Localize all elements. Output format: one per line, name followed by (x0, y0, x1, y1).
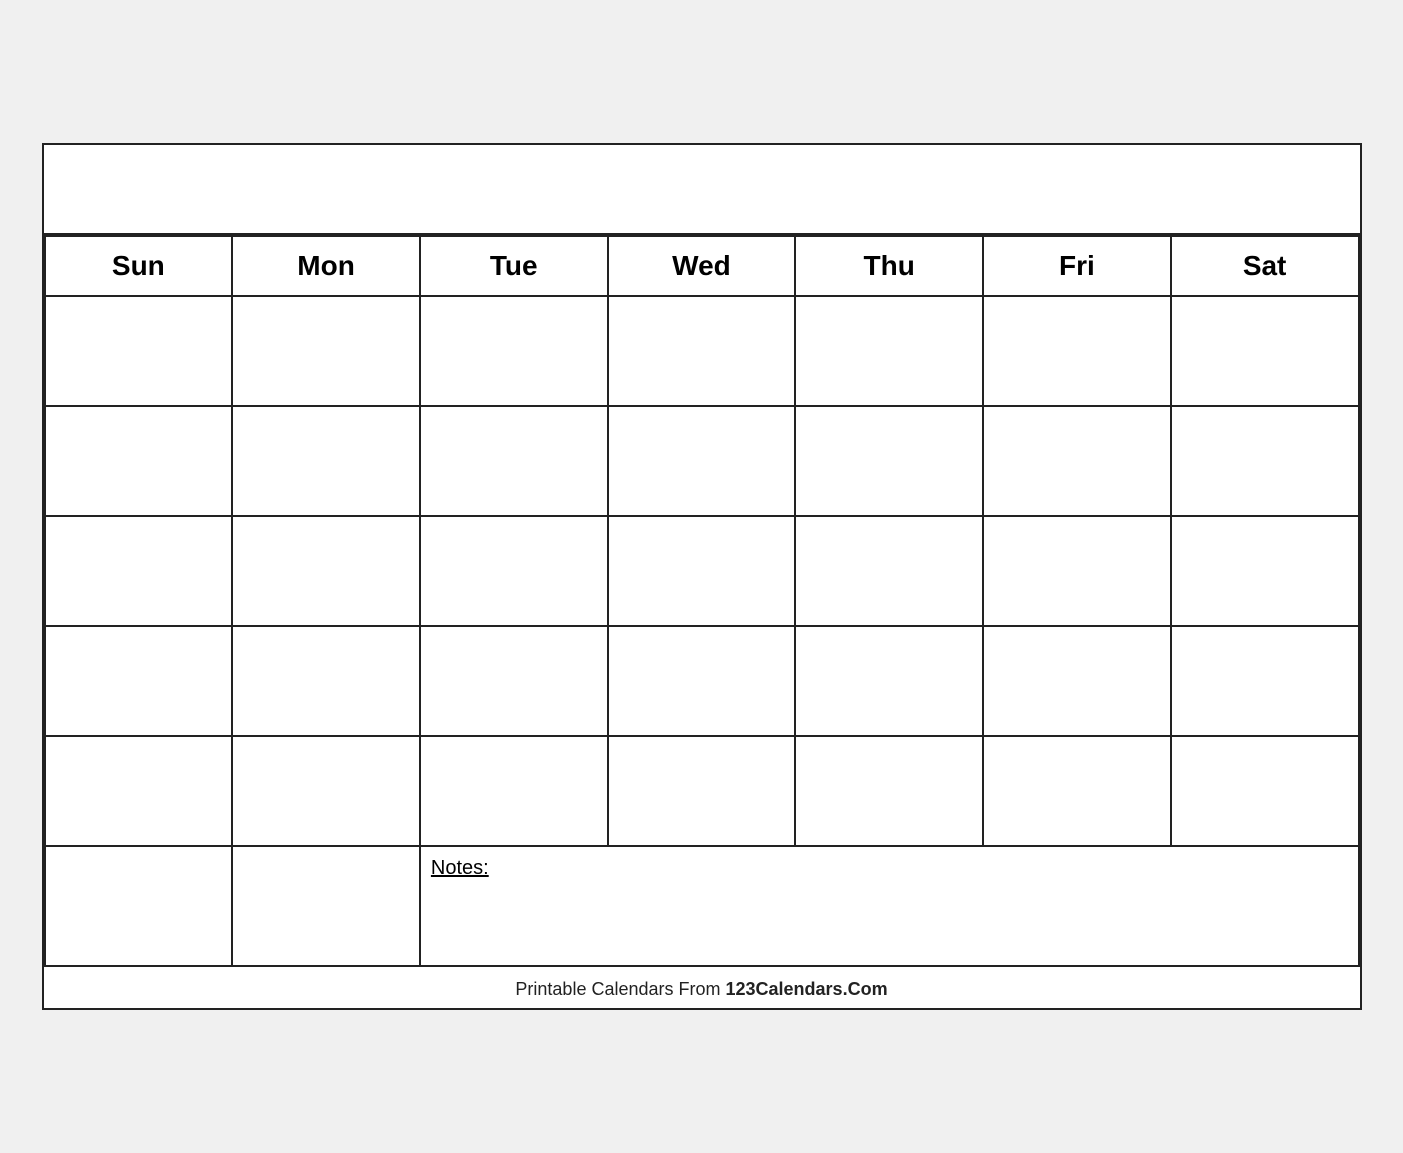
table-row (983, 296, 1171, 406)
header-wed: Wed (608, 236, 796, 296)
table-row (983, 406, 1171, 516)
table-row (795, 736, 983, 846)
table-row (232, 516, 420, 626)
table-row (1171, 296, 1359, 406)
table-row (232, 736, 420, 846)
calendar-page: Sun Mon Tue Wed Thu Fri Sat (42, 143, 1362, 1010)
table-row (1171, 406, 1359, 516)
table-row (608, 296, 796, 406)
header-fri: Fri (983, 236, 1171, 296)
table-row (795, 516, 983, 626)
table-row (608, 736, 796, 846)
week-row-5 (45, 736, 1359, 846)
week-row-1 (45, 296, 1359, 406)
table-row (232, 296, 420, 406)
table-row (795, 626, 983, 736)
table-row (420, 516, 608, 626)
day-header-row: Sun Mon Tue Wed Thu Fri Sat (45, 236, 1359, 296)
footer: Printable Calendars From 123Calendars.Co… (44, 967, 1360, 1008)
table-row (45, 516, 233, 626)
table-row (232, 846, 420, 966)
table-row (420, 296, 608, 406)
table-row (232, 406, 420, 516)
header-thu: Thu (795, 236, 983, 296)
table-row (420, 736, 608, 846)
table-row (608, 406, 796, 516)
table-row (45, 846, 233, 966)
footer-text: Printable Calendars From (515, 979, 725, 999)
table-row (983, 626, 1171, 736)
table-row (45, 406, 233, 516)
header-tue: Tue (420, 236, 608, 296)
table-row (983, 516, 1171, 626)
table-row (608, 516, 796, 626)
table-row (45, 626, 233, 736)
table-row (795, 296, 983, 406)
footer-brand: 123Calendars.Com (726, 979, 888, 999)
title-row (44, 145, 1360, 235)
table-row (45, 736, 233, 846)
table-row (608, 626, 796, 736)
table-row (1171, 736, 1359, 846)
table-row (420, 626, 608, 736)
notes-label: Notes: (431, 857, 489, 879)
table-row (420, 406, 608, 516)
table-row (232, 626, 420, 736)
notes-cell: Notes: (420, 846, 1359, 966)
table-row (45, 296, 233, 406)
calendar-table: Sun Mon Tue Wed Thu Fri Sat (44, 235, 1360, 967)
notes-row: Notes: (45, 846, 1359, 966)
header-sun: Sun (45, 236, 233, 296)
header-sat: Sat (1171, 236, 1359, 296)
table-row (795, 406, 983, 516)
header-mon: Mon (232, 236, 420, 296)
table-row (1171, 516, 1359, 626)
week-row-3 (45, 516, 1359, 626)
week-row-4 (45, 626, 1359, 736)
week-row-2 (45, 406, 1359, 516)
table-row (983, 736, 1171, 846)
table-row (1171, 626, 1359, 736)
